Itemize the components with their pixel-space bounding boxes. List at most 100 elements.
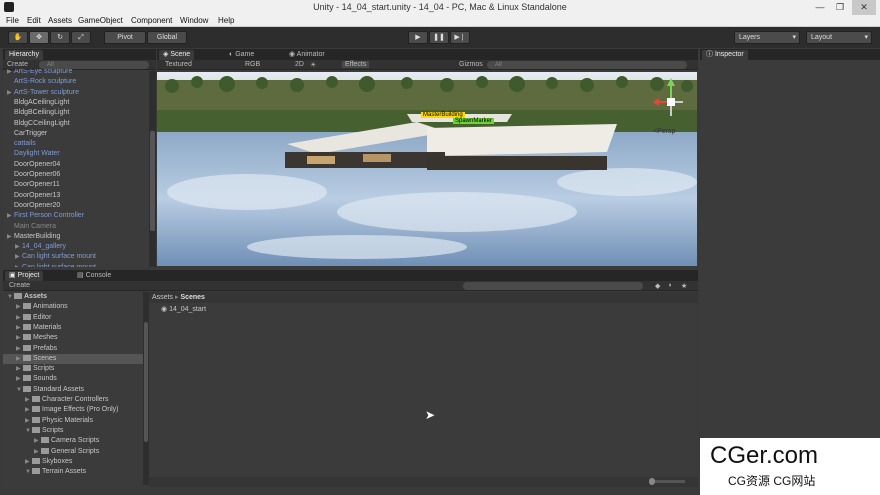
hand-tool-icon[interactable]: ✋ <box>8 31 28 44</box>
pause-icon[interactable]: ❚❚ <box>429 31 449 44</box>
hierarchy-create-button[interactable]: Create <box>7 61 28 68</box>
close-icon[interactable]: ✕ <box>852 0 876 15</box>
scene-search-input[interactable]: All <box>487 61 687 69</box>
chevron-right-icon[interactable]: ▶ <box>25 405 32 415</box>
chevron-down-icon[interactable]: ▼ <box>25 467 32 477</box>
render-mode-dropdown[interactable]: Textured <box>165 61 192 68</box>
breadcrumb-assets[interactable]: Assets <box>152 294 173 301</box>
chevron-down-icon[interactable]: ▼ <box>16 385 23 395</box>
color-mode-dropdown[interactable]: RGB <box>245 61 260 68</box>
chevron-right-icon[interactable]: ▶ <box>7 88 14 98</box>
hierarchy-search-input[interactable]: All <box>39 61 149 69</box>
move-tool-icon[interactable]: ✥ <box>29 31 49 44</box>
chevron-right-icon[interactable]: ▶ <box>16 374 23 384</box>
project-folder-item[interactable]: ▶ Physic Materials <box>25 416 93 426</box>
project-folder-item[interactable]: ▶ Image Effects (Pro Only) <box>25 405 119 415</box>
hierarchy-item[interactable]: ▶ First Person Controller <box>7 211 84 221</box>
favorite-icon[interactable]: ★ <box>681 282 687 290</box>
2d-toggle[interactable]: 2D <box>295 61 304 68</box>
scene-file-item[interactable]: ◉ 14_04_start <box>161 305 206 315</box>
menu-assets[interactable]: Assets <box>48 16 72 25</box>
tab-game[interactable]: ◐ Game <box>225 50 258 60</box>
play-icon[interactable]: ▶ <box>408 31 428 44</box>
hierarchy-item[interactable]: DoorOpener06 <box>7 170 60 180</box>
hierarchy-item[interactable]: DoorOpener20 <box>7 201 60 211</box>
pivot-toggle[interactable]: Pivot <box>104 31 146 44</box>
hierarchy-item[interactable]: BldgACeilingLight <box>7 98 69 108</box>
chevron-right-icon[interactable]: ▶ <box>34 436 41 446</box>
global-toggle[interactable]: Global <box>147 31 187 44</box>
effects-dropdown[interactable]: Effects <box>342 61 370 68</box>
project-folder-item[interactable]: ▶ Character Controllers <box>25 395 109 405</box>
scene-gizmo-icon[interactable] <box>653 76 689 120</box>
project-folder-item[interactable]: ▼ Terrain Assets <box>25 467 86 477</box>
hierarchy-item[interactable]: ▶Can light surface mount <box>15 252 96 262</box>
gizmos-dropdown[interactable]: Gizmos <box>459 61 483 68</box>
persp-label[interactable]: <Persp <box>653 128 675 135</box>
layers-dropdown[interactable]: Layers ▾ <box>734 31 800 44</box>
breadcrumb-scenes[interactable]: Scenes <box>180 294 205 301</box>
chevron-right-icon[interactable]: ▶ <box>15 252 22 262</box>
hierarchy-item[interactable]: DoorOpener11 <box>7 180 60 190</box>
hierarchy-item[interactable]: cattails <box>7 139 36 149</box>
project-folder-item[interactable]: ▼ Scripts <box>25 426 63 436</box>
project-folder-item[interactable]: ▶ Prefabs <box>16 344 57 354</box>
chevron-down-icon[interactable]: ▼ <box>7 292 14 302</box>
hierarchy-item[interactable]: DoorOpener04 <box>7 160 60 170</box>
chevron-right-icon[interactable]: ▶ <box>34 447 41 457</box>
hierarchy-item[interactable]: CarTrigger <box>7 129 47 139</box>
project-folder-item[interactable]: ▶ Meshes <box>16 333 58 343</box>
chevron-right-icon[interactable]: ▶ <box>16 302 23 312</box>
project-tree-scrollbar[interactable] <box>143 292 149 485</box>
chevron-right-icon[interactable]: ▶ <box>25 416 32 426</box>
project-create-button[interactable]: Create <box>9 282 30 289</box>
menu-window[interactable]: Window <box>180 16 208 25</box>
project-folder-item[interactable]: ▶ Animations <box>16 302 68 312</box>
project-folder-item[interactable]: ▶ Sounds <box>16 374 57 384</box>
chevron-right-icon[interactable]: ▶ <box>16 354 23 364</box>
rotate-tool-icon[interactable]: ↻ <box>50 31 70 44</box>
tab-scene[interactable]: ◈ Scene <box>159 50 195 60</box>
chevron-right-icon[interactable]: ▶ <box>16 364 23 374</box>
chevron-right-icon[interactable]: ▶ <box>7 211 14 221</box>
project-folder-item[interactable]: ▶ Editor <box>16 313 51 323</box>
menu-file[interactable]: File <box>6 16 19 25</box>
chevron-right-icon[interactable]: ▶ <box>16 313 23 323</box>
step-icon[interactable]: ▶❘ <box>450 31 470 44</box>
project-search-input[interactable] <box>463 282 643 290</box>
menu-component[interactable]: Component <box>131 16 172 25</box>
icon-size-slider-thumb[interactable] <box>649 478 655 485</box>
hierarchy-item[interactable]: ArtS-Rock sculpture <box>7 77 76 87</box>
project-folder-item[interactable]: ▼ Standard Assets <box>16 385 84 395</box>
chevron-right-icon[interactable]: ▶ <box>15 242 22 252</box>
hierarchy-item[interactable]: Main Camera <box>7 222 56 232</box>
chevron-right-icon[interactable]: ▶ <box>25 395 32 405</box>
tab-project[interactable]: ▣ Project <box>5 271 44 281</box>
hierarchy-item[interactable]: ▶Can light surface mount <box>15 263 96 267</box>
hierarchy-item[interactable]: DoorOpener13 <box>7 191 60 201</box>
menu-help[interactable]: Help <box>218 16 234 25</box>
project-folder-item[interactable]: ▼ Assets <box>7 292 47 302</box>
hierarchy-item[interactable]: BldgBCeilingLight <box>7 108 69 118</box>
project-folder-item[interactable]: ▶ Camera Scripts <box>34 436 99 446</box>
project-folder-item[interactable]: ▶ Scenes <box>16 354 56 364</box>
menu-gameobject[interactable]: GameObject <box>78 16 123 25</box>
hierarchy-item[interactable]: ▶ 14_04_gallery <box>15 242 66 252</box>
hierarchy-item[interactable]: Daylight Water <box>7 149 60 159</box>
filter-type-icon[interactable]: ◆ <box>655 282 660 290</box>
restore-icon[interactable]: ❐ <box>828 0 852 15</box>
chevron-right-icon[interactable]: ▶ <box>16 333 23 343</box>
project-folder-item[interactable]: ▶ Materials <box>16 323 61 333</box>
hierarchy-item[interactable]: ▶ ArtS-Tower sculpture <box>7 88 79 98</box>
project-folder-item[interactable]: ▶ General Scripts <box>34 447 99 457</box>
project-folder-item[interactable]: ▶ Skyboxes <box>25 457 72 467</box>
tab-inspector[interactable]: ⓘ Inspector <box>702 50 748 60</box>
hierarchy-scrollbar[interactable] <box>149 71 156 267</box>
chevron-right-icon[interactable]: ▶ <box>7 232 14 242</box>
scene-viewport[interactable]: MasterBuilding SpawnMarker <Persp <box>157 72 697 266</box>
chevron-down-icon[interactable]: ▼ <box>25 426 32 436</box>
tab-hierarchy[interactable]: Hierarchy <box>5 50 43 60</box>
lighting-toggle-icon[interactable]: ☀ <box>310 61 316 69</box>
project-folder-item[interactable]: ▶ Scripts <box>16 364 54 374</box>
chevron-right-icon[interactable]: ▶ <box>16 323 23 333</box>
